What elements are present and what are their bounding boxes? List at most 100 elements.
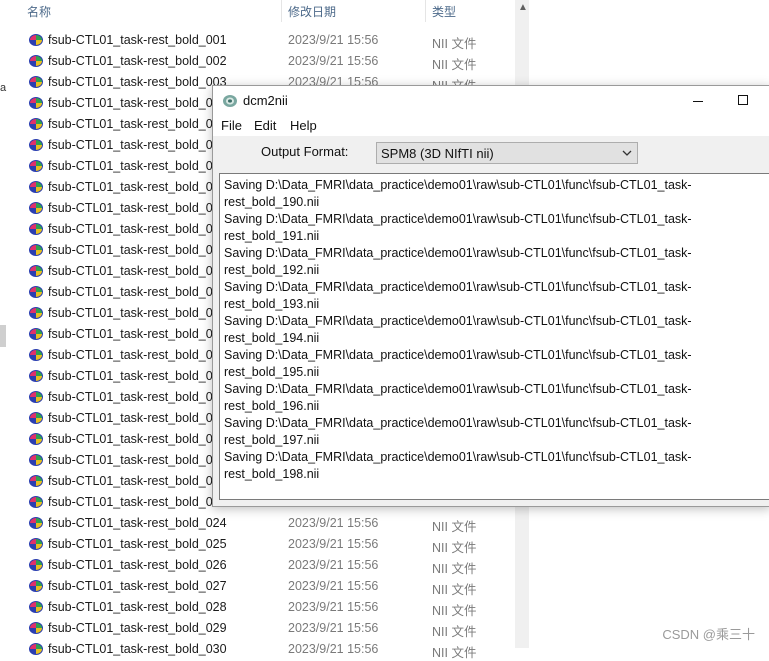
file-name: fsub-CTL01_task-rest_bold_003 xyxy=(48,75,227,89)
file-name: fsub-CTL01_task-rest_bold_027 xyxy=(48,579,227,593)
nav-selection-marker[interactable] xyxy=(0,325,6,347)
nii-file-icon xyxy=(28,159,44,173)
file-name: fsub-CTL01_task-rest_bold_028 xyxy=(48,600,227,614)
nii-file-icon xyxy=(28,264,44,278)
log-line: rest_bold_198.nii xyxy=(224,467,320,481)
log-line: rest_bold_197.nii xyxy=(224,433,320,447)
log-line: rest_bold_195.nii xyxy=(224,365,320,379)
file-type: NII 文件 xyxy=(432,625,477,639)
nii-file-icon xyxy=(28,453,44,467)
file-type: NII 文件 xyxy=(432,58,477,72)
nii-file-icon xyxy=(28,201,44,215)
log-line: rest_bold_196.nii xyxy=(224,399,320,413)
file-type: NII 文件 xyxy=(432,37,477,51)
file-date: 2023/9/21 15:56 xyxy=(288,579,379,593)
column-divider[interactable] xyxy=(425,0,426,22)
log-line: Saving D:\Data_FMRI\data_practice\demo01… xyxy=(224,348,692,362)
file-row[interactable]: fsub-CTL01_task-rest_bold_028 2023/9/21 1… xyxy=(22,597,512,618)
chevron-down-icon xyxy=(622,150,632,156)
file-name: fsub-CTL01_task-rest_bold_0 xyxy=(48,495,213,509)
nii-file-icon xyxy=(28,285,44,299)
file-row[interactable]: fsub-CTL01_task-rest_bold_030 2023/9/21 1… xyxy=(22,639,512,660)
nav-pane-fragment: a xyxy=(0,82,7,94)
file-date: 2023/9/21 15:56 xyxy=(288,516,379,530)
nii-file-icon xyxy=(28,54,44,68)
file-name: fsub-CTL01_task-rest_bold_0 xyxy=(48,432,213,446)
file-name: fsub-CTL01_task-rest_bold_0 xyxy=(48,390,213,404)
file-row[interactable]: fsub-CTL01_task-rest_bold_001 2023/9/21 1… xyxy=(22,30,512,51)
nii-file-icon xyxy=(28,180,44,194)
output-format-select[interactable]: SPM8 (3D NIfTI nii) xyxy=(376,142,638,164)
log-line: Saving D:\Data_FMRI\data_practice\demo01… xyxy=(224,450,692,464)
log-output[interactable]: Saving D:\Data_FMRI\data_practice\demo01… xyxy=(219,173,769,500)
column-divider[interactable] xyxy=(281,0,282,22)
file-name: fsub-CTL01_task-rest_bold_0 xyxy=(48,306,213,320)
file-name: fsub-CTL01_task-rest_bold_0 xyxy=(48,264,213,278)
column-header-type[interactable]: 类型 xyxy=(432,3,456,20)
column-header-date[interactable]: 修改日期 xyxy=(288,3,336,20)
file-type: NII 文件 xyxy=(432,646,477,660)
log-line: Saving D:\Data_FMRI\data_practice\demo01… xyxy=(224,382,692,396)
menu-file[interactable]: File xyxy=(221,118,242,133)
file-name: fsub-CTL01_task-rest_bold_0 xyxy=(48,96,213,110)
file-name: fsub-CTL01_task-rest_bold_0 xyxy=(48,285,213,299)
nii-file-icon xyxy=(28,117,44,131)
log-line: Saving D:\Data_FMRI\data_practice\demo01… xyxy=(224,212,692,226)
file-name: fsub-CTL01_task-rest_bold_024 xyxy=(48,516,227,530)
file-date: 2023/9/21 15:56 xyxy=(288,54,379,68)
menu-edit[interactable]: Edit xyxy=(254,118,276,133)
output-format-value: SPM8 (3D NIfTI nii) xyxy=(381,146,494,161)
file-row[interactable]: fsub-CTL01_task-rest_bold_027 2023/9/21 1… xyxy=(22,576,512,597)
file-row[interactable]: fsub-CTL01_task-rest_bold_025 2023/9/21 1… xyxy=(22,534,512,555)
minimize-button[interactable] xyxy=(683,86,723,116)
file-date: 2023/9/21 15:56 xyxy=(288,621,379,635)
menu-help[interactable]: Help xyxy=(290,118,317,133)
window-title: dcm2nii xyxy=(243,93,288,108)
file-date: 2023/9/21 15:56 xyxy=(288,600,379,614)
file-row[interactable]: fsub-CTL01_task-rest_bold_026 2023/9/21 1… xyxy=(22,555,512,576)
file-name: fsub-CTL01_task-rest_bold_001 xyxy=(48,33,227,47)
file-row[interactable]: fsub-CTL01_task-rest_bold_029 2023/9/21 1… xyxy=(22,618,512,639)
nii-file-icon xyxy=(28,243,44,257)
file-name: fsub-CTL01_task-rest_bold_0 xyxy=(48,411,213,425)
nii-file-icon xyxy=(28,495,44,509)
log-line: rest_bold_193.nii xyxy=(224,297,320,311)
file-name: fsub-CTL01_task-rest_bold_025 xyxy=(48,537,227,551)
log-line: rest_bold_190.nii xyxy=(224,195,320,209)
file-name: fsub-CTL01_task-rest_bold_002 xyxy=(48,54,227,68)
file-date: 2023/9/21 15:56 xyxy=(288,33,379,47)
log-line: rest_bold_192.nii xyxy=(224,263,320,277)
scroll-up-arrow-icon[interactable]: ▲ xyxy=(518,2,528,13)
file-type: NII 文件 xyxy=(432,583,477,597)
nii-file-icon xyxy=(28,33,44,47)
file-list-header: 名称 修改日期 类型 xyxy=(14,0,515,22)
file-name: fsub-CTL01_task-rest_bold_0 xyxy=(48,474,213,488)
log-line: Saving D:\Data_FMRI\data_practice\demo01… xyxy=(224,178,692,192)
nii-file-icon xyxy=(28,642,44,656)
nii-file-icon xyxy=(28,327,44,341)
dcm2nii-window: dcm2nii File Edit Help Output Format: SP… xyxy=(212,85,769,507)
log-line: Saving D:\Data_FMRI\data_practice\demo01… xyxy=(224,314,692,328)
column-header-name[interactable]: 名称 xyxy=(27,3,51,20)
nii-file-icon xyxy=(28,306,44,320)
file-name: fsub-CTL01_task-rest_bold_030 xyxy=(48,642,227,656)
file-name: fsub-CTL01_task-rest_bold_0 xyxy=(48,453,213,467)
maximize-button[interactable] xyxy=(725,86,765,116)
log-line: Saving D:\Data_FMRI\data_practice\demo01… xyxy=(224,280,692,294)
file-type: NII 文件 xyxy=(432,520,477,534)
file-row[interactable]: fsub-CTL01_task-rest_bold_002 2023/9/21 1… xyxy=(22,51,512,72)
log-line: Saving D:\Data_FMRI\data_practice\demo01… xyxy=(224,416,692,430)
file-name: fsub-CTL01_task-rest_bold_0 xyxy=(48,243,213,257)
title-bar[interactable]: dcm2nii xyxy=(213,86,769,116)
file-name: fsub-CTL01_task-rest_bold_0 xyxy=(48,222,213,236)
file-name: fsub-CTL01_task-rest_bold_0 xyxy=(48,117,213,131)
file-row[interactable]: fsub-CTL01_task-rest_bold_024 2023/9/21 1… xyxy=(22,513,512,534)
log-line: rest_bold_191.nii xyxy=(224,229,320,243)
log-line: Saving D:\Data_FMRI\data_practice\demo01… xyxy=(224,246,692,260)
file-name: fsub-CTL01_task-rest_bold_029 xyxy=(48,621,227,635)
nii-file-icon xyxy=(28,579,44,593)
nii-file-icon xyxy=(28,537,44,551)
format-toolbar: Output Format: SPM8 (3D NIfTI nii) xyxy=(213,136,769,172)
output-format-label: Output Format: xyxy=(261,144,349,159)
dcm2nii-app-icon xyxy=(223,95,237,107)
